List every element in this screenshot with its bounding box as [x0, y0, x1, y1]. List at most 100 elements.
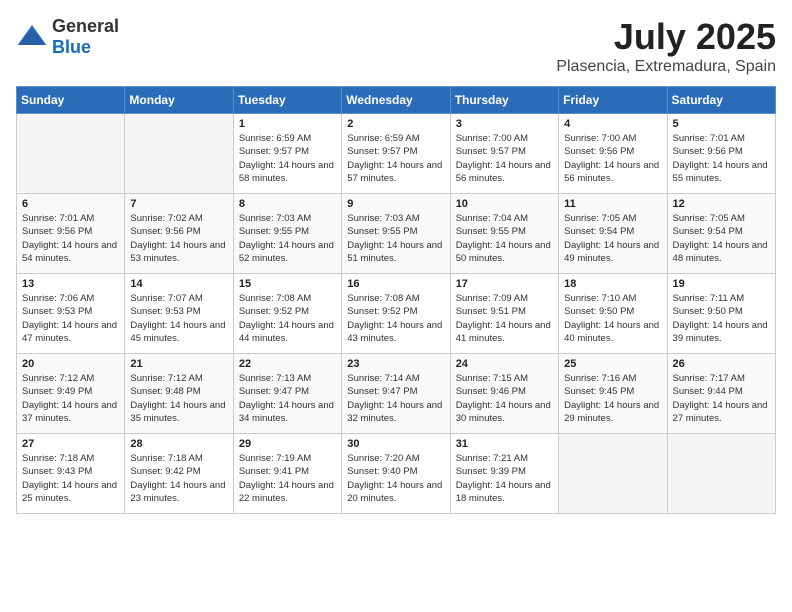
calendar-cell: 19 Sunrise: 7:11 AMSunset: 9:50 PMDaylig…	[667, 274, 775, 354]
logo-icon	[16, 21, 48, 53]
header-day: Friday	[559, 87, 667, 114]
day-info: Sunrise: 7:21 AMSunset: 9:39 PMDaylight:…	[456, 452, 553, 505]
calendar-cell: 15 Sunrise: 7:08 AMSunset: 9:52 PMDaylig…	[233, 274, 341, 354]
day-number: 12	[673, 198, 770, 210]
day-info: Sunrise: 7:02 AMSunset: 9:56 PMDaylight:…	[130, 212, 227, 265]
day-number: 16	[347, 278, 444, 290]
calendar-cell	[17, 114, 125, 194]
day-number: 7	[130, 198, 227, 210]
day-number: 21	[130, 358, 227, 370]
calendar-week-row: 6 Sunrise: 7:01 AMSunset: 9:56 PMDayligh…	[17, 194, 776, 274]
day-number: 3	[456, 118, 553, 130]
calendar-cell: 29 Sunrise: 7:19 AMSunset: 9:41 PMDaylig…	[233, 434, 341, 514]
calendar-week-row: 1 Sunrise: 6:59 AMSunset: 9:57 PMDayligh…	[17, 114, 776, 194]
calendar-table: SundayMondayTuesdayWednesdayThursdayFrid…	[16, 86, 776, 514]
calendar-cell: 6 Sunrise: 7:01 AMSunset: 9:56 PMDayligh…	[17, 194, 125, 274]
day-number: 6	[22, 198, 119, 210]
header-day: Thursday	[450, 87, 558, 114]
day-number: 20	[22, 358, 119, 370]
day-number: 29	[239, 438, 336, 450]
day-info: Sunrise: 7:09 AMSunset: 9:51 PMDaylight:…	[456, 292, 553, 345]
title-section: July 2025 Plasencia, Extremadura, Spain	[556, 16, 776, 76]
logo: General Blue	[16, 16, 119, 58]
header-day: Tuesday	[233, 87, 341, 114]
calendar-cell: 12 Sunrise: 7:05 AMSunset: 9:54 PMDaylig…	[667, 194, 775, 274]
calendar-cell	[559, 434, 667, 514]
header-row: SundayMondayTuesdayWednesdayThursdayFrid…	[17, 87, 776, 114]
day-number: 30	[347, 438, 444, 450]
calendar-cell: 2 Sunrise: 6:59 AMSunset: 9:57 PMDayligh…	[342, 114, 450, 194]
day-info: Sunrise: 7:06 AMSunset: 9:53 PMDaylight:…	[22, 292, 119, 345]
day-number: 22	[239, 358, 336, 370]
day-number: 28	[130, 438, 227, 450]
month-title: July 2025	[556, 16, 776, 58]
calendar-cell: 3 Sunrise: 7:00 AMSunset: 9:57 PMDayligh…	[450, 114, 558, 194]
calendar-week-row: 27 Sunrise: 7:18 AMSunset: 9:43 PMDaylig…	[17, 434, 776, 514]
day-info: Sunrise: 7:10 AMSunset: 9:50 PMDaylight:…	[564, 292, 661, 345]
calendar-cell: 28 Sunrise: 7:18 AMSunset: 9:42 PMDaylig…	[125, 434, 233, 514]
calendar-cell: 7 Sunrise: 7:02 AMSunset: 9:56 PMDayligh…	[125, 194, 233, 274]
day-number: 2	[347, 118, 444, 130]
calendar-cell: 24 Sunrise: 7:15 AMSunset: 9:46 PMDaylig…	[450, 354, 558, 434]
day-number: 13	[22, 278, 119, 290]
day-info: Sunrise: 7:18 AMSunset: 9:43 PMDaylight:…	[22, 452, 119, 505]
calendar-cell	[667, 434, 775, 514]
day-info: Sunrise: 6:59 AMSunset: 9:57 PMDaylight:…	[239, 132, 336, 185]
day-info: Sunrise: 7:03 AMSunset: 9:55 PMDaylight:…	[347, 212, 444, 265]
calendar-cell: 9 Sunrise: 7:03 AMSunset: 9:55 PMDayligh…	[342, 194, 450, 274]
day-info: Sunrise: 7:04 AMSunset: 9:55 PMDaylight:…	[456, 212, 553, 265]
day-info: Sunrise: 7:03 AMSunset: 9:55 PMDaylight:…	[239, 212, 336, 265]
day-number: 9	[347, 198, 444, 210]
day-info: Sunrise: 7:01 AMSunset: 9:56 PMDaylight:…	[673, 132, 770, 185]
day-number: 24	[456, 358, 553, 370]
day-info: Sunrise: 7:05 AMSunset: 9:54 PMDaylight:…	[673, 212, 770, 265]
logo-text: General Blue	[52, 16, 119, 58]
calendar-cell: 5 Sunrise: 7:01 AMSunset: 9:56 PMDayligh…	[667, 114, 775, 194]
logo-blue: Blue	[52, 37, 91, 57]
day-number: 5	[673, 118, 770, 130]
day-info: Sunrise: 7:19 AMSunset: 9:41 PMDaylight:…	[239, 452, 336, 505]
logo-general: General	[52, 16, 119, 36]
day-info: Sunrise: 7:16 AMSunset: 9:45 PMDaylight:…	[564, 372, 661, 425]
day-info: Sunrise: 7:07 AMSunset: 9:53 PMDaylight:…	[130, 292, 227, 345]
day-number: 23	[347, 358, 444, 370]
day-number: 27	[22, 438, 119, 450]
day-info: Sunrise: 7:08 AMSunset: 9:52 PMDaylight:…	[239, 292, 336, 345]
calendar-cell: 1 Sunrise: 6:59 AMSunset: 9:57 PMDayligh…	[233, 114, 341, 194]
day-number: 10	[456, 198, 553, 210]
day-info: Sunrise: 7:13 AMSunset: 9:47 PMDaylight:…	[239, 372, 336, 425]
day-number: 17	[456, 278, 553, 290]
day-info: Sunrise: 7:00 AMSunset: 9:57 PMDaylight:…	[456, 132, 553, 185]
header-day: Monday	[125, 87, 233, 114]
calendar-cell: 20 Sunrise: 7:12 AMSunset: 9:49 PMDaylig…	[17, 354, 125, 434]
calendar-cell: 16 Sunrise: 7:08 AMSunset: 9:52 PMDaylig…	[342, 274, 450, 354]
day-info: Sunrise: 7:11 AMSunset: 9:50 PMDaylight:…	[673, 292, 770, 345]
day-number: 1	[239, 118, 336, 130]
calendar-cell: 8 Sunrise: 7:03 AMSunset: 9:55 PMDayligh…	[233, 194, 341, 274]
day-number: 4	[564, 118, 661, 130]
calendar-cell: 30 Sunrise: 7:20 AMSunset: 9:40 PMDaylig…	[342, 434, 450, 514]
header: General Blue July 2025 Plasencia, Extrem…	[16, 16, 776, 76]
calendar-cell: 23 Sunrise: 7:14 AMSunset: 9:47 PMDaylig…	[342, 354, 450, 434]
day-info: Sunrise: 7:00 AMSunset: 9:56 PMDaylight:…	[564, 132, 661, 185]
day-info: Sunrise: 7:08 AMSunset: 9:52 PMDaylight:…	[347, 292, 444, 345]
calendar-cell: 4 Sunrise: 7:00 AMSunset: 9:56 PMDayligh…	[559, 114, 667, 194]
calendar-week-row: 20 Sunrise: 7:12 AMSunset: 9:49 PMDaylig…	[17, 354, 776, 434]
day-info: Sunrise: 7:12 AMSunset: 9:48 PMDaylight:…	[130, 372, 227, 425]
header-day: Sunday	[17, 87, 125, 114]
calendar-cell: 18 Sunrise: 7:10 AMSunset: 9:50 PMDaylig…	[559, 274, 667, 354]
day-info: Sunrise: 7:20 AMSunset: 9:40 PMDaylight:…	[347, 452, 444, 505]
day-number: 15	[239, 278, 336, 290]
calendar-cell: 14 Sunrise: 7:07 AMSunset: 9:53 PMDaylig…	[125, 274, 233, 354]
day-number: 26	[673, 358, 770, 370]
header-day: Wednesday	[342, 87, 450, 114]
day-number: 18	[564, 278, 661, 290]
calendar-cell: 13 Sunrise: 7:06 AMSunset: 9:53 PMDaylig…	[17, 274, 125, 354]
day-number: 11	[564, 198, 661, 210]
calendar-cell: 21 Sunrise: 7:12 AMSunset: 9:48 PMDaylig…	[125, 354, 233, 434]
day-number: 14	[130, 278, 227, 290]
calendar-cell: 10 Sunrise: 7:04 AMSunset: 9:55 PMDaylig…	[450, 194, 558, 274]
calendar-week-row: 13 Sunrise: 7:06 AMSunset: 9:53 PMDaylig…	[17, 274, 776, 354]
day-info: Sunrise: 7:14 AMSunset: 9:47 PMDaylight:…	[347, 372, 444, 425]
calendar-cell: 11 Sunrise: 7:05 AMSunset: 9:54 PMDaylig…	[559, 194, 667, 274]
